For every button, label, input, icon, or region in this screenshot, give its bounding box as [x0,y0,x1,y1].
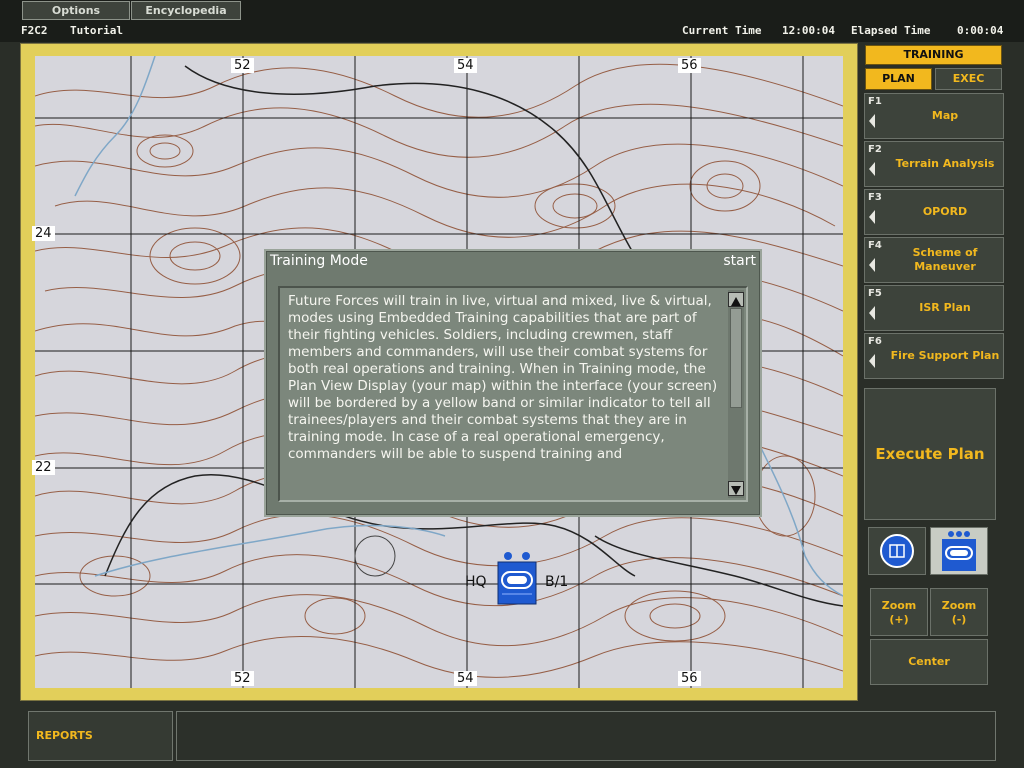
reports-button[interactable]: REPORTS [28,711,173,761]
arrow-left-icon [869,306,875,320]
unit-b1-label: B/1 [545,574,569,590]
fkey-label: Map [931,109,959,122]
grid-label-top-56: 56 [678,58,701,73]
unit-icon-view-button[interactable] [930,527,988,575]
center-button[interactable]: Center [870,639,988,685]
exec-tab[interactable]: EXEC [935,68,1002,90]
grid-label-left-22: 22 [32,460,55,475]
unit-vehicle-icon [942,531,976,571]
scroll-up-icon[interactable] [728,292,744,307]
unit-hq-label: HQ [465,574,487,590]
current-time-label: Current Time [682,24,762,37]
unit-symbol-view-button[interactable] [868,527,926,575]
fkey-label: OPORD [922,205,968,218]
fkey-code: F4 [868,240,882,251]
start-button[interactable]: start [723,253,756,269]
control-panel: TRAINING PLAN EXEC F1 Map F2 Terrain Ana… [858,43,1024,701]
bottom-bar: REPORTS [0,701,1024,768]
arrow-left-icon [869,162,875,176]
fkey-code: F5 [868,288,882,299]
grid-label-bottom-54: 54 [454,671,477,686]
current-time-value: 12:00:04 [782,24,835,37]
grid-label-bottom-56: 56 [678,671,701,686]
grid-label-left-24: 24 [32,226,55,241]
grid-label-top-52: 52 [231,58,254,73]
scroll-thumb[interactable] [730,308,742,408]
fkey-code: F3 [868,192,882,203]
zoom-in-button[interactable]: Zoom (+) [870,588,928,636]
fkey-terrain-analysis-button[interactable]: F2 Terrain Analysis [864,141,1004,187]
reports-area[interactable] [176,711,996,761]
arrow-left-icon [869,114,875,128]
menu-bar: Options Encyclopedia [0,0,1024,20]
dialog-title: Training Mode [270,253,368,269]
fkey-code: F1 [868,96,882,107]
mode-name: Tutorial [70,24,123,37]
fkey-isr-plan-button[interactable]: F5 ISR Plan [864,285,1004,331]
fkey-code: F2 [868,144,882,155]
scenario-name: F2C2 [21,24,48,37]
options-menu-button[interactable]: Options [22,1,130,20]
fkey-scheme-of-maneuver-button[interactable]: F4 Scheme of Maneuver [864,237,1004,283]
elapsed-time-label: Elapsed Time [851,24,931,37]
arrow-left-icon [869,258,875,272]
training-mode-dialog: Training Mode start Future Forces will t… [264,249,762,517]
fkey-code: F6 [868,336,882,347]
training-indicator: TRAINING [865,45,1002,65]
arrow-left-icon [869,210,875,224]
execute-plan-button[interactable]: Execute Plan [864,388,996,520]
zoom-out-button[interactable]: Zoom (-) [930,588,988,636]
fkey-fire-support-plan-button[interactable]: F6 Fire Support Plan [864,333,1004,379]
unit-b1-icon[interactable] [496,550,538,606]
dialog-scrollbar[interactable] [728,290,744,498]
plan-tab[interactable]: PLAN [865,68,932,90]
dialog-text-area[interactable]: Future Forces will train in live, virtua… [278,286,748,502]
elapsed-time-value: 0:00:04 [957,24,1004,37]
fkey-opord-button[interactable]: F3 OPORD [864,189,1004,235]
fkey-map-button[interactable]: F1 Map [864,93,1004,139]
dialog-text: Future Forces will train in live, virtua… [288,293,718,462]
arrow-left-icon [869,354,875,368]
fkey-label: Scheme of Maneuver [912,246,978,273]
grid-label-bottom-52: 52 [231,671,254,686]
status-bar: F2C2 Tutorial Current Time 12:00:04 Elap… [0,20,1024,42]
encyclopedia-menu-button[interactable]: Encyclopedia [131,1,241,20]
fkey-label: Terrain Analysis [895,157,995,170]
fkey-label: Fire Support Plan [890,349,1000,362]
scroll-down-icon[interactable] [728,481,744,496]
fkey-label: ISR Plan [919,301,971,314]
unit-circle-icon [880,534,914,568]
grid-label-top-54: 54 [454,58,477,73]
